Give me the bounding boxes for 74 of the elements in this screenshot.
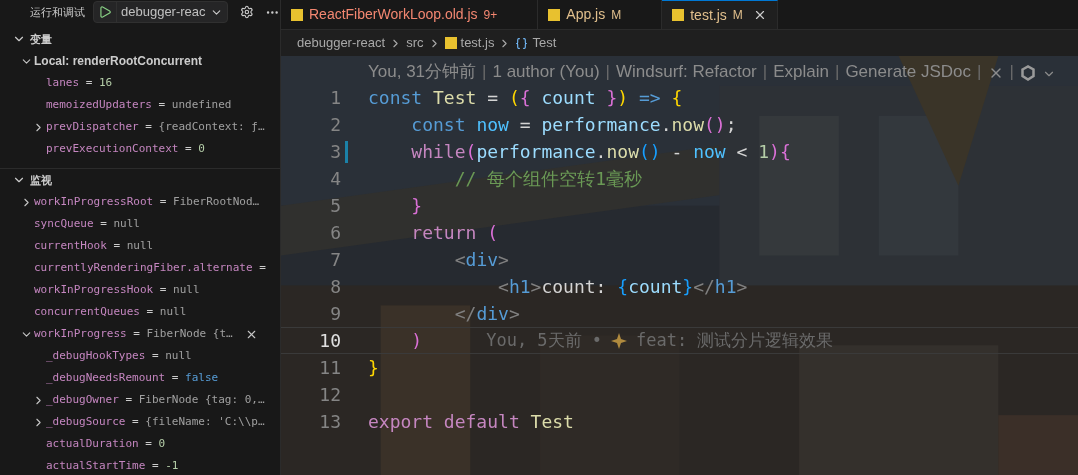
separator: | (1009, 60, 1014, 83)
panel-title: 运行和调试 (30, 4, 85, 20)
settings-icon[interactable] (239, 5, 254, 19)
variable-entry[interactable]: actualStartTime = -1 (46, 457, 179, 475)
breadcrumb-item[interactable]: test.js (460, 33, 495, 53)
codelens-link[interactable]: You, 31分钟前 (368, 58, 477, 84)
code-line: export default Test (368, 410, 574, 434)
blame-message: feat: 测试分片逻辑效果 (636, 328, 834, 352)
debug-config-select[interactable]: debugger-reac (93, 1, 228, 23)
line-number: 8 (329, 275, 341, 299)
symbol-icon (515, 36, 529, 50)
sparkle-icon (610, 331, 629, 350)
variable-entry[interactable]: prevExecutionContext = 0 (46, 140, 205, 158)
line-number: 5 (329, 194, 341, 218)
line-number: 12 (318, 383, 341, 407)
blame-author: You, 5天前 • (486, 328, 603, 352)
code-line: } (410, 194, 423, 218)
code-line: return ( (410, 221, 499, 245)
codelens-link[interactable]: 1 author (You) (492, 58, 600, 84)
breadcrumb-item[interactable]: debugger-react (297, 33, 386, 53)
separator: | (834, 60, 840, 83)
variable-entry[interactable]: _debugSource = {fileName: 'C:\\p… (46, 413, 265, 431)
line-number: 9 (329, 302, 341, 326)
scope-label[interactable]: Local: renderRootConcurrent (34, 52, 202, 70)
codelens-link[interactable]: Explain (773, 58, 829, 84)
separator: | (762, 60, 768, 83)
logo-icon[interactable] (1019, 65, 1036, 81)
js-file-icon (548, 8, 561, 21)
code-line: // 每个组件空转1毫秒 (453, 167, 643, 191)
line-number: 11 (318, 356, 341, 380)
breadcrumb-item[interactable]: src (406, 33, 424, 53)
separator: | (482, 60, 487, 83)
variable-entry[interactable]: _debugHookTypes = null (46, 347, 192, 365)
js-file-icon (672, 9, 685, 21)
section-header[interactable]: 监视 (30, 171, 52, 189)
line-number: 7 (329, 248, 341, 272)
js-file-icon (291, 8, 303, 21)
line-number: 1 (329, 86, 341, 110)
section-header[interactable]: 变量 (30, 30, 52, 48)
code-line: <div> (453, 248, 509, 272)
variable-entry[interactable]: workInProgress = FiberNode {t… (34, 325, 233, 343)
variable-entry[interactable]: currentHook = null (34, 237, 154, 255)
play-icon[interactable] (98, 5, 112, 19)
code-line: const now = performance.now(); (410, 113, 737, 137)
code-line: <h1>count: {count}</h1> (497, 275, 748, 299)
variable-entry[interactable]: prevDispatcher = {readContext: ƒ… (46, 118, 265, 136)
line-number: 6 (329, 221, 341, 245)
code-line: </div> (453, 302, 520, 326)
line-number: 13 (318, 410, 341, 434)
js-file-icon (444, 37, 457, 49)
variable-entry[interactable]: _debugNeedsRemount = false (46, 369, 219, 387)
codelens-link[interactable]: Generate JSDoc (845, 58, 972, 84)
variable-entry[interactable]: actualDuration = 0 (46, 435, 166, 453)
separator: | (605, 60, 610, 83)
code-line: const Test = ({ count }) => { (368, 86, 683, 110)
codelens-link[interactable]: Windsurf: Refactor (616, 58, 757, 84)
line-number: 4 (329, 167, 341, 191)
variable-entry[interactable]: workInProgressRoot = FiberRootNod… (34, 193, 260, 211)
code-line: ) (410, 329, 423, 353)
breadcrumb-item[interactable]: Test (532, 33, 557, 53)
line-number: 2 (329, 113, 341, 137)
variable-entry[interactable]: concurrentQueues = null (34, 303, 187, 321)
line-number: 3 (329, 140, 341, 164)
separator: | (977, 60, 982, 83)
editor-tab[interactable]: test.js M (662, 0, 778, 29)
variable-entry[interactable]: workInProgressHook = null (34, 281, 200, 299)
variable-entry[interactable]: lanes = 16 (46, 74, 113, 92)
code-line: } (368, 356, 379, 380)
variable-entry[interactable]: currentlyRenderingFiber.alternate = (34, 259, 266, 277)
line-number: 10 (318, 329, 341, 353)
code-line: while(performance.now() - now < 1){ (410, 140, 791, 164)
variable-entry[interactable]: syncQueue = null (34, 215, 140, 233)
variable-entry[interactable]: _debugOwner = FiberNode {tag: 0,… (46, 391, 265, 409)
variable-entry[interactable]: memoizedUpdaters = undefined (46, 96, 232, 114)
